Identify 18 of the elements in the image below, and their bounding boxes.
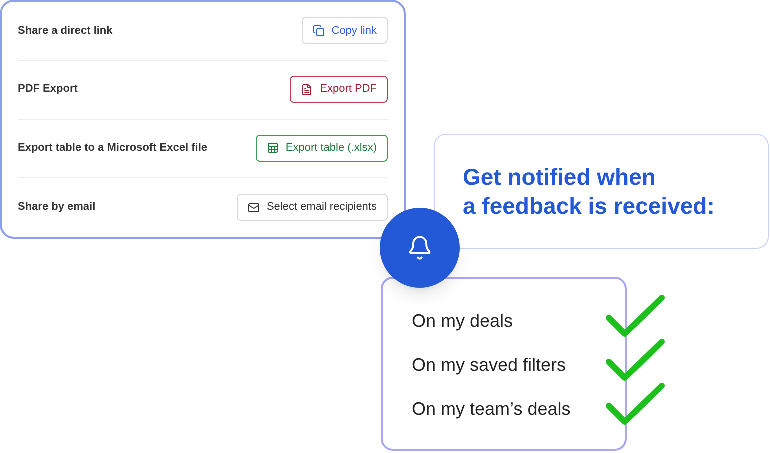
- option-label: On my deals: [412, 310, 514, 333]
- bell-icon: [407, 235, 433, 261]
- document-icon: [301, 84, 314, 96]
- action-button[interactable]: Export PDF: [290, 76, 388, 104]
- row-label: Share a direct link: [18, 24, 113, 39]
- action-button[interactable]: Select email recipients: [236, 194, 388, 222]
- notify-heading: Get notified when: [463, 163, 657, 192]
- option-label: On my team’s deals: [412, 398, 572, 421]
- copy-icon: [312, 24, 325, 37]
- option-label: On my saved filters: [412, 354, 568, 377]
- envelope-icon: [248, 202, 260, 214]
- table-icon: [266, 142, 279, 154]
- action-button[interactable]: Export table (.xlsx): [256, 134, 388, 162]
- row-label: Export table to a Microsoft Excel file: [18, 141, 208, 156]
- row-label: Share by email: [18, 200, 96, 216]
- action-button[interactable]: Copy link: [302, 17, 388, 44]
- notify-heading: a feedback is received:: [463, 192, 716, 221]
- row-label: PDF Export: [18, 82, 78, 98]
